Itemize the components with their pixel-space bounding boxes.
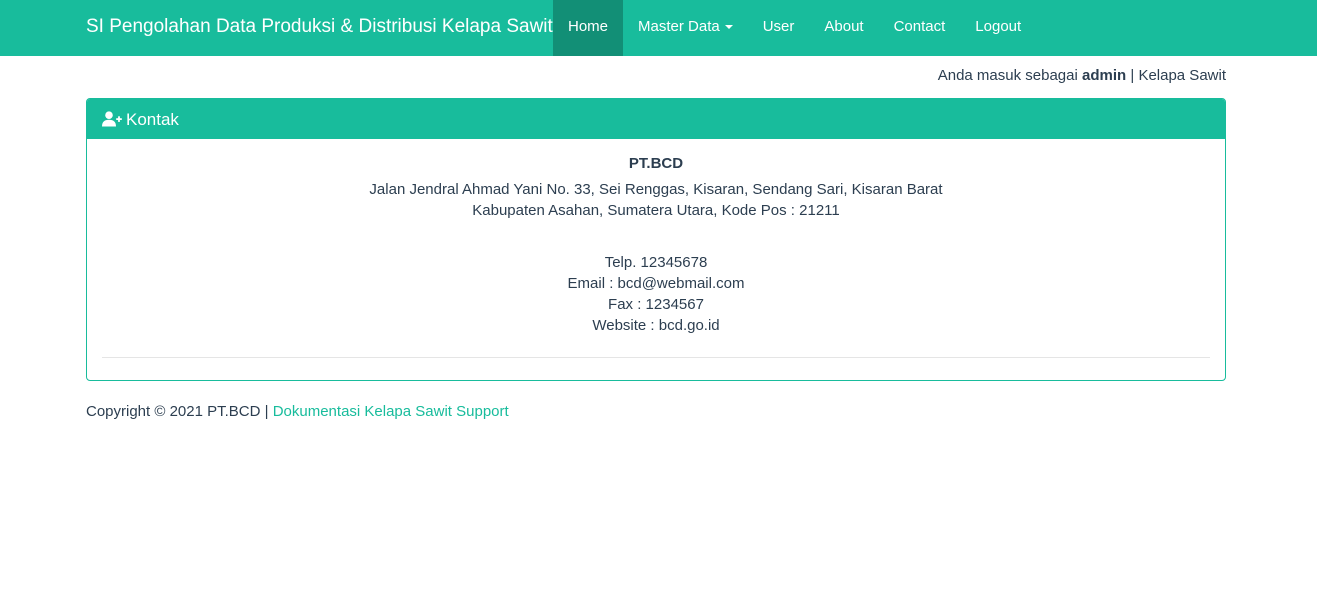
login-prefix: Anda masuk sebagai bbox=[937, 67, 1078, 84]
login-app-name: Kelapa Sawit bbox=[1138, 67, 1226, 84]
email-text: Email : bcd@webmail.com bbox=[567, 275, 745, 292]
address-line-2: Kabupaten Asahan, Sumatera Utara, Kode P… bbox=[472, 202, 840, 219]
nav-contact[interactable]: Contact bbox=[879, 0, 961, 56]
top-navbar: SI Pengolahan Data Produksi & Distribusi… bbox=[0, 0, 1317, 56]
nav-master-data-label: Master Data bbox=[638, 18, 720, 35]
footer: Copyright © 2021 PT.BCD | Dokumentasi Ke… bbox=[86, 403, 509, 420]
nav-home-label: Home bbox=[568, 18, 609, 35]
fax-text: Fax : 1234567 bbox=[608, 296, 704, 313]
nav-logout-label: Logout bbox=[975, 18, 1022, 35]
company-name: PT.BCD bbox=[628, 155, 684, 172]
website-text: Website : bcd.go.id bbox=[592, 317, 720, 334]
contact-panel: Kontak PT.BCD Jalan Jendral Ahmad Yani N… bbox=[86, 98, 1226, 381]
nav-logout[interactable]: Logout bbox=[960, 0, 1036, 56]
footer-copyright: Copyright © 2021 PT.BCD | bbox=[86, 403, 269, 420]
nav-about-label: About bbox=[824, 18, 864, 35]
user-plus-icon bbox=[102, 111, 122, 127]
login-separator: | bbox=[1130, 67, 1135, 84]
app-brand[interactable]: SI Pengolahan Data Produksi & Distribusi… bbox=[86, 0, 553, 56]
login-username: admin bbox=[1082, 67, 1127, 84]
panel-title: Kontak bbox=[126, 109, 179, 129]
panel-heading: Kontak bbox=[87, 99, 1225, 139]
nav-user[interactable]: User bbox=[748, 0, 810, 56]
nav-user-label: User bbox=[762, 18, 795, 35]
footer-support-link[interactable]: Dokumentasi Kelapa Sawit Support bbox=[273, 403, 509, 420]
nav-home[interactable]: Home bbox=[553, 0, 624, 56]
nav-contact-label: Contact bbox=[893, 18, 946, 35]
caret-down-icon bbox=[724, 25, 733, 30]
nav-master-data-dropdown[interactable]: Master Data bbox=[623, 0, 748, 56]
divider bbox=[102, 357, 1210, 358]
nav-about[interactable]: About bbox=[809, 0, 878, 56]
nav-menu: Home Master Data User About Contact Logo… bbox=[553, 0, 1036, 56]
phone-text: Telp. 12345678 bbox=[604, 254, 708, 271]
address-line-1: Jalan Jendral Ahmad Yani No. 33, Sei Ren… bbox=[369, 181, 943, 198]
login-info: Anda masuk sebagai admin | Kelapa Sawit bbox=[938, 67, 1226, 84]
